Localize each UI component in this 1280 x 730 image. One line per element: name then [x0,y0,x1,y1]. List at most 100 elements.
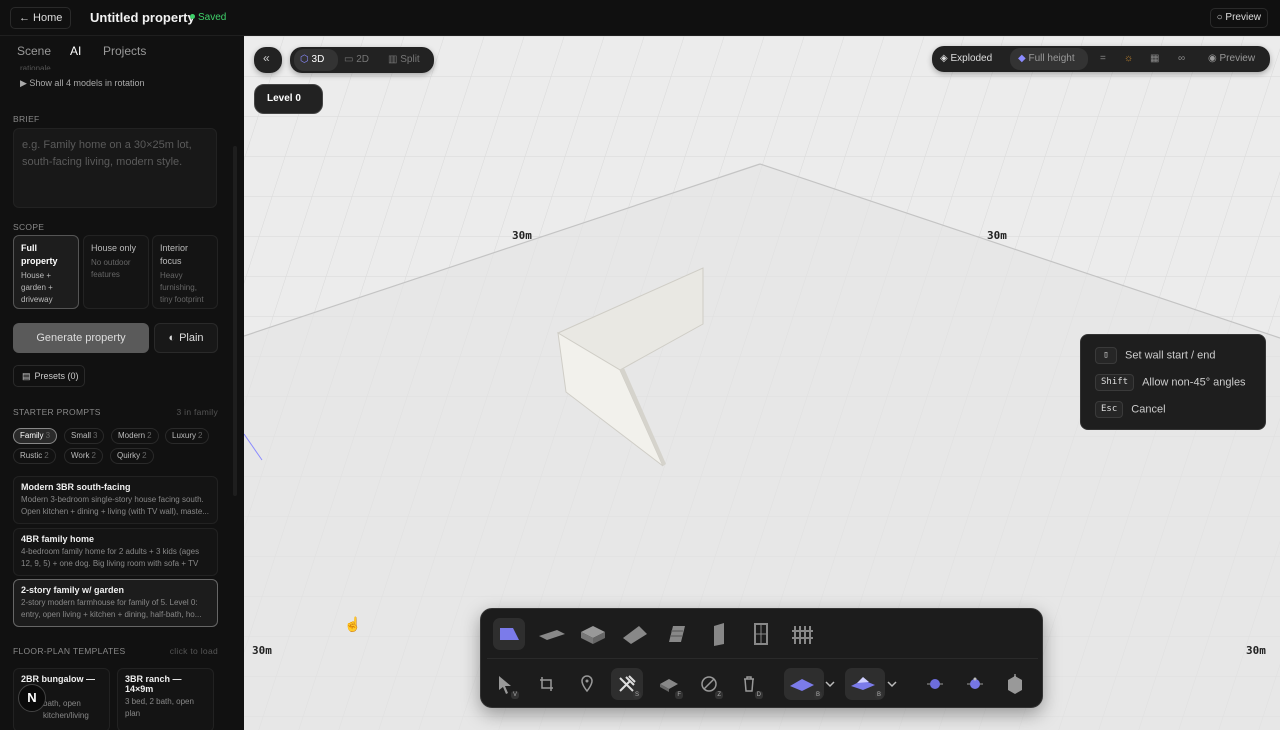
prompt-title: 4BR family home [21,534,95,544]
tool-move-light[interactable] [919,668,951,700]
scope-option-full-property[interactable]: Full property House + garden + driveway [13,235,79,309]
shortcut-badge: Z [715,691,723,699]
tool-zone[interactable]: Z [693,668,725,700]
clipped-text: rationale [20,64,51,70]
chip-work[interactable]: Work 2 [64,448,103,464]
tool-slab[interactable] [535,618,567,650]
chevron-down-icon[interactable] [822,668,838,700]
chip-luxury[interactable]: Luxury 2 [165,428,210,444]
hint-row: Esc Cancel [1095,401,1166,418]
tool-floor[interactable] [493,618,525,650]
pin-icon[interactable] [571,668,603,700]
sidebar-scrollbar[interactable] [233,146,237,496]
chip-small[interactable]: Small 3 [64,428,105,444]
wall-tool-hints: ▯ Set wall start / end Shift Allow non-45°… [1080,334,1266,430]
shortcut-badge: S [632,691,641,699]
shift-key: Shift [1095,374,1135,391]
tool-window[interactable] [745,618,777,650]
tool-rotate-light[interactable] [959,668,991,700]
footprints-icon[interactable]: ∞ [1178,48,1185,70]
tab-scene[interactable]: Scene [17,44,51,58]
tool-fence[interactable] [787,618,819,650]
prompt-desc: 2-story modern farmhouse for family of 5… [21,598,202,619]
dimension-label: 30m [252,644,272,657]
brief-input[interactable]: e.g. Family home on a 30×25m lot, south-… [13,128,217,208]
prompt-card[interactable]: 4BR family home 4-bedroom family home fo… [13,528,218,576]
palette-icon: ◐ [168,332,176,344]
equals-icon[interactable]: = [1100,48,1106,70]
chevron-down-icon[interactable] [884,668,900,700]
shortcut-badge: F [675,691,683,699]
floorplan-templates-label: FLOOR-PLAN TEMPLATES [13,646,126,656]
shortcut-badge: V [510,691,519,699]
chevrons-left-icon: « [263,51,270,65]
show-models-toggle[interactable]: ▶ Show all 4 models in rotation [20,78,144,89]
tool-floor-type[interactable]: B [845,668,885,700]
tool-furniture[interactable]: F [653,668,685,700]
presets-button[interactable]: ▤ Presets (0) [13,365,85,387]
generate-property-button[interactable]: Generate property [13,323,149,353]
chip-quirky[interactable]: Quirky 2 [110,448,154,464]
hint-row: Shift Allow non-45° angles [1095,374,1246,391]
scope-title: House only [91,243,137,253]
esc-key: Esc [1095,401,1124,418]
saved-status: Saved [190,12,226,23]
3d-viewport[interactable]: « ⬡ 3D ▭ 2D ▥ Split Level 0 ◈ Exploded ◆… [244,36,1280,730]
brief-placeholder: e.g. Family home on a 30×25m lot, south-… [22,139,192,168]
tool-stack[interactable] [577,618,609,650]
building-icon[interactable]: ▦ [1150,48,1159,70]
layers-icon: ◈ [940,53,948,64]
view-2d-button[interactable]: ▭ 2D [344,49,369,71]
top-preview-button[interactable]: ○ Preview [1209,8,1268,28]
shortcut-badge: B [874,691,883,699]
crop-icon[interactable] [531,668,563,700]
tool-object[interactable] [999,668,1031,700]
tool-select[interactable]: V [489,668,521,700]
prompt-title: Modern 3BR south-facing [21,482,131,492]
shortcut-badge: B [813,691,822,699]
tab-ai[interactable]: AI [70,44,81,58]
view-3d-button[interactable]: ⬡ 3D [300,49,324,71]
avatar[interactable]: N [18,684,46,712]
collapse-sidebar-button[interactable]: « [254,47,282,73]
toolbar-divider [487,658,1038,659]
prompt-desc: 4-bedroom family home for 2 adults + 3 k… [21,547,200,568]
prompt-card[interactable]: Modern 3BR south-facing Modern 3-bedroom… [13,476,218,524]
scope-subtitle: House + garden + driveway [21,271,53,304]
floorplan-hint: click to load [169,646,218,656]
prompt-title: 2-story family w/ garden [21,585,125,595]
tool-door[interactable] [703,618,735,650]
scope-option-interior-focus[interactable]: Interior focus Heavy furnishing, tiny fo… [152,235,218,309]
view-split-button[interactable]: ▥ Split [388,49,420,71]
tool-build[interactable]: S [611,668,643,700]
scope-title: Interior focus [160,243,189,266]
preview-toggle[interactable]: ◉ Preview [1208,48,1255,70]
plain-button[interactable]: ◐ Plain [154,323,218,353]
scope-option-house-only[interactable]: House only No outdoor features [83,235,149,309]
sun-icon[interactable]: ☼ [1124,48,1133,70]
view-options-bar: ◈ Exploded ◆ Full height = ☼ ▦ ∞ ◉ Previ… [932,46,1270,72]
tool-wall-type[interactable]: B [784,668,824,700]
scope-subtitle: Heavy furnishing, tiny footprint [160,271,204,304]
project-title[interactable]: Untitled property [90,10,195,25]
trash-icon[interactable]: D [733,668,765,700]
prompt-card[interactable]: 2-story family w/ garden 2-story modern … [13,579,218,627]
dimension-label: 30m [1246,644,1266,657]
chip-rustic[interactable]: Rustic 2 [13,448,56,464]
home-button[interactable]: ← Home [10,7,72,29]
template-card[interactable]: 3BR ranch — 14×9m 3 bed, 2 bath, open pl… [117,668,214,730]
template-desc: 3 bed, 2 bath, open plan [125,697,194,718]
exploded-toggle[interactable]: ◈ Exploded [940,48,992,70]
dimension-label: 30m [987,229,1007,242]
tab-projects[interactable]: Projects [103,44,146,58]
tool-roof[interactable] [619,618,651,650]
mouse-icon: ▯ [1095,347,1117,364]
top-bar: ← Home Untitled property Saved ○ Preview [0,0,1280,36]
chip-modern[interactable]: Modern 2 [111,428,159,444]
starter-prompts-label: STARTER PROMPTS [13,407,101,417]
level-selector[interactable]: Level 0 [254,84,323,114]
brief-label: BRIEF [13,114,40,124]
tool-stairs[interactable] [661,618,693,650]
full-height-toggle[interactable]: ◆ Full height [1018,48,1075,70]
chip-family[interactable]: Family 3 [13,428,58,444]
